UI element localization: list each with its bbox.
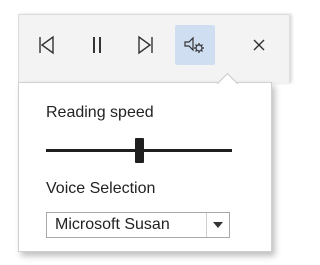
- dropdown-arrow-button[interactable]: [206, 213, 229, 237]
- voice-settings-button[interactable]: [175, 25, 215, 65]
- voice-selection-dropdown[interactable]: Microsoft Susan: [46, 212, 230, 238]
- reading-speed-label: Reading speed: [46, 104, 154, 121]
- voice-selection-label: Voice Selection: [46, 180, 156, 197]
- pause-icon: [93, 37, 101, 53]
- read-aloud-window: Reading speed Voice Selection Microsoft …: [0, 0, 292, 265]
- previous-button[interactable]: [27, 25, 67, 65]
- chevron-down-icon: [213, 222, 223, 228]
- pause-button[interactable]: [77, 25, 117, 65]
- close-icon: [253, 39, 265, 51]
- reading-speed-slider-thumb[interactable]: [134, 138, 144, 163]
- panel-pointer: [216, 64, 238, 86]
- close-button[interactable]: [239, 25, 279, 65]
- voice-selection-value: Microsoft Susan: [55, 216, 170, 233]
- previous-icon: [39, 35, 54, 55]
- read-aloud-toolbar: [18, 14, 290, 83]
- next-icon: [138, 35, 153, 55]
- next-button[interactable]: [125, 25, 165, 65]
- voice-settings-icon: [184, 36, 204, 53]
